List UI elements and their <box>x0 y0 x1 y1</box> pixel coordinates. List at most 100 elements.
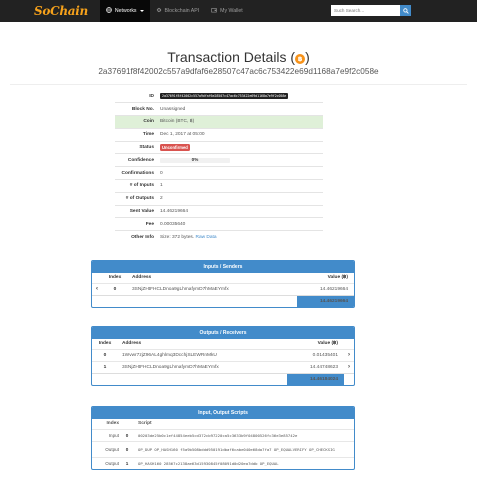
detail-value: 2 <box>157 191 323 206</box>
wallet-icon <box>211 7 217 16</box>
bitcoin-icon: ฿ <box>295 54 306 64</box>
detail-key: # of Outputs <box>115 191 157 206</box>
detail-row-other-info: Other Info Size: 372 bytes. Raw Data <box>115 230 323 244</box>
total-row: 14.46184024 <box>92 372 354 385</box>
detail-key: # of Inputs <box>115 179 157 193</box>
script-text: OP_HASH160 28567c2138ae63d15930845f08091… <box>132 456 354 469</box>
input-address-link[interactable]: 3SNjZHtFHCLDnoa9gLhmafymD7hMaEYmfx <box>128 282 297 295</box>
chevron-right-icon: › <box>348 364 350 370</box>
inputs-panel: Inputs / Senders Index Address Value (฿)… <box>91 260 355 308</box>
sochain-logo[interactable]: SoChain <box>34 4 88 18</box>
outputs-table: Index Address Value (฿) 0 1Wvwr7zjZ96AL4… <box>92 339 354 385</box>
scripts-table: Index Script Input 0 00203de25b0c1ef4485… <box>92 419 354 469</box>
inputs-panel-title: Inputs / Senders <box>92 261 354 273</box>
col-header-script: Script <box>138 421 152 427</box>
table-row: ‹ 0 3SNjZHtFHCLDnoa9gLhmafymD7hMaEYmfx 1… <box>92 282 354 295</box>
detail-key: Confirmations <box>115 166 157 180</box>
col-header-index: Index <box>106 421 119 427</box>
detail-value: 1 <box>157 179 323 193</box>
output-index: 1 <box>92 360 118 373</box>
detail-key: Time <box>115 127 157 142</box>
nav-item-networks[interactable]: Networks <box>99 0 150 22</box>
detail-key: Fee <box>115 217 157 231</box>
detail-value: 0 <box>157 166 323 180</box>
scripts-panel: Input, Output Scripts Index Script Input… <box>91 406 355 470</box>
confidence-value: 0% <box>191 157 199 162</box>
txid-code: 2a37691f8f42002c557a9dfaf6e28507c47ac6c7… <box>160 92 289 99</box>
search-form <box>331 5 411 16</box>
detail-key: Status <box>115 140 157 154</box>
detail-value: 0.00035640 <box>157 217 323 231</box>
detail-row-sent-value: Sent Value 14.46219664 <box>115 204 323 218</box>
col-header-index: Index <box>108 275 122 281</box>
top-navbar: SoChain Networks Blockchain API My Walle… <box>0 0 477 22</box>
detail-value: Unassigned <box>157 102 323 116</box>
table-row: Input 0 00203de25b0c1ef44854eeb5cd372cb9… <box>92 428 354 441</box>
chevron-left-icon: ‹ <box>96 286 98 292</box>
detail-key: Other Info <box>115 230 157 244</box>
input-value: 14.46219664 <box>296 282 354 295</box>
detail-value: 14.46219664 <box>157 204 323 218</box>
script-text: OP_DUP OP_HASH160 f5a9b508bddd950191dbaf… <box>132 440 354 457</box>
detail-key: ID <box>149 93 154 99</box>
col-header-index: Index <box>98 341 112 347</box>
nav-item-networks-label: Networks <box>114 8 137 14</box>
detail-row-block: Block No. Unassigned <box>115 102 323 116</box>
scripts-panel-title: Input, Output Scripts <box>92 407 354 419</box>
script-io-type: Output <box>92 440 122 457</box>
nav-menu: Networks Blockchain API My Wallet <box>99 0 249 22</box>
output-index: 0 <box>92 348 118 361</box>
raw-data-link[interactable]: Raw Data <box>195 235 216 240</box>
outputs-panel-title: Outputs / Receivers <box>92 327 354 339</box>
table-row: Output 0 OP_DUP OP_HASH160 f5a9b508bddd9… <box>92 440 354 457</box>
detail-row-inputs: # of Inputs 1 <box>115 179 323 193</box>
table-row: 1 3SNjZHtFHCLDnoa9gLhmafymD7hMaEYmfx 14.… <box>92 360 354 373</box>
script-text: 00203de25b0c1ef44854eeb5cd372cb97220ca5c… <box>132 428 354 441</box>
inputs-table: Index Address Value (฿) ‹ 0 3SNjZHtFHCLD… <box>92 273 354 307</box>
detail-value: Dec 1, 2017 at 05:00 <box>157 127 323 142</box>
col-header-value: Value (฿) <box>327 275 348 281</box>
size-text: Size: 372 bytes. <box>160 234 195 240</box>
search-input[interactable] <box>331 5 400 16</box>
nav-item-my-wallet-label: My Wallet <box>220 8 243 14</box>
search-button[interactable] <box>400 5 411 16</box>
chevron-right-icon: › <box>348 352 350 358</box>
detail-row-confidence: Confidence 0% <box>115 153 323 167</box>
transaction-details-table: ID 2a37691f8f42002c557a9dfaf6e28507c47ac6… <box>115 90 323 244</box>
script-io-type: Input <box>92 428 122 441</box>
script-index: 0 <box>122 428 132 441</box>
col-header-address: Address <box>122 341 142 347</box>
chevron-down-icon <box>139 10 144 12</box>
detail-row-id: ID 2a37691f8f42002c557a9dfaf6e28507c47ac6… <box>115 90 323 103</box>
nav-item-my-wallet[interactable]: My Wallet <box>205 0 249 22</box>
output-address-link[interactable]: 1Wvwr7zjZ96AL4ghlmq3DcchjSLEWRnMkU <box>118 348 287 361</box>
page-title: Transaction Details (฿) <box>0 49 477 65</box>
detail-key: Block No. <box>115 102 157 116</box>
transaction-id-subtitle: 2a37691f8f42002c557a9dfaf6e28507c47ac6c7… <box>98 67 379 76</box>
page-title-close: ) <box>305 49 310 65</box>
detail-row-fee: Fee 0.00035640 <box>115 217 323 231</box>
nav-item-blockchain-api-label: Blockchain API <box>164 8 200 14</box>
table-row: 0 1Wvwr7zjZ96AL4ghlmq3DcchjSLEWRnMkU 0.0… <box>92 348 354 361</box>
status-badge: Unconfirmed <box>160 143 190 151</box>
detail-row-outputs: # of Outputs 2 <box>115 191 323 206</box>
detail-row-confirmations: Confirmations 0 <box>115 166 323 180</box>
detail-key: Sent Value <box>115 204 157 218</box>
script-index: 0 <box>122 440 132 457</box>
input-index: 0 <box>102 282 128 295</box>
confidence-progress-bar: 0% <box>160 157 230 163</box>
divider <box>10 84 467 85</box>
detail-row-coin: Coin Bitcoin (BTC, ฿) <box>115 115 323 129</box>
nav-item-blockchain-api[interactable]: Blockchain API <box>150 0 206 22</box>
output-value: 0.01435401 <box>286 348 344 361</box>
script-index: 1 <box>122 456 132 469</box>
col-header-address: Address <box>132 275 152 281</box>
col-header-value: Value (฿) <box>317 341 338 347</box>
detail-key: Coin <box>115 115 157 129</box>
output-address-link[interactable]: 3SNjZHtFHCLDnoa9gLhmafymD7hMaEYmfx <box>118 360 287 373</box>
outputs-panel: Outputs / Receivers Index Address Value … <box>91 326 355 386</box>
detail-row-time: Time Dec 1, 2017 at 05:00 <box>115 127 323 142</box>
table-row: Output 1 OP_HASH160 28567c2138ae63d15930… <box>92 456 354 469</box>
page-title-text: Transaction Details ( <box>167 49 296 65</box>
inputs-total: 14.46219664 <box>296 294 354 307</box>
